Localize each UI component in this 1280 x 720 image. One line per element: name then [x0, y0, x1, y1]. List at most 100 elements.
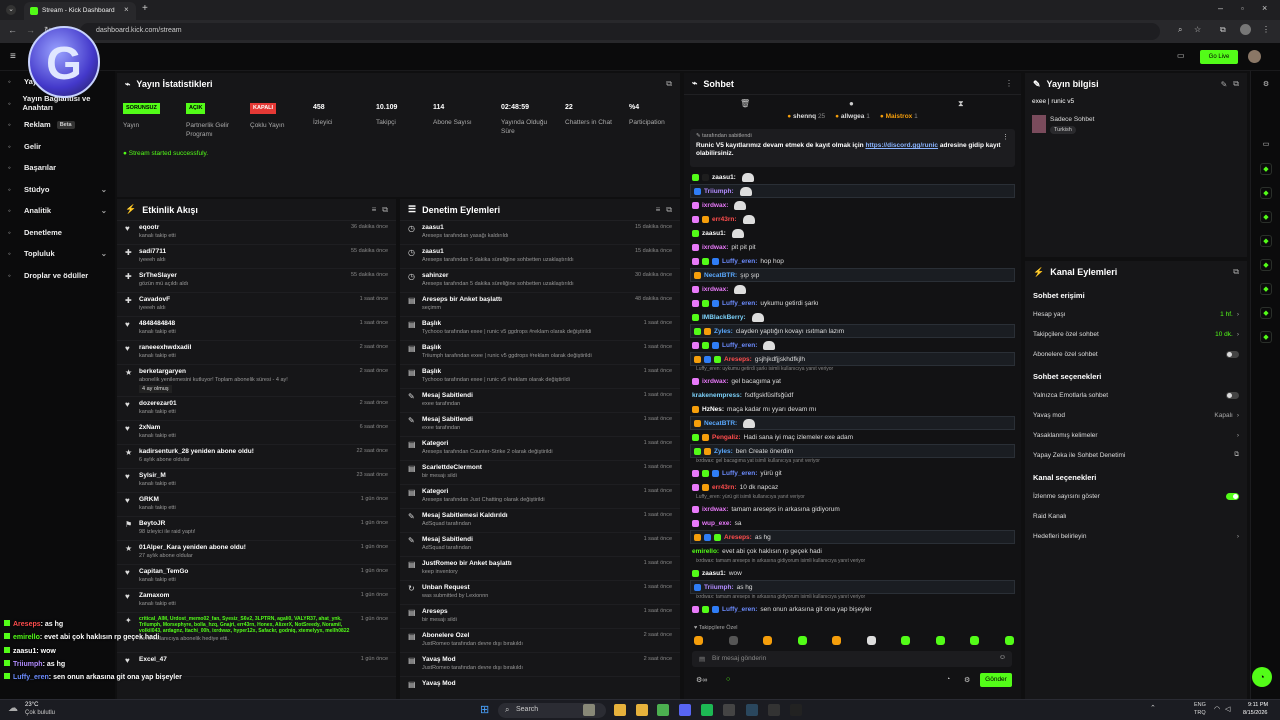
moderation-row[interactable]: ▤ Başlık Tychooo tarafından exee | runic v… [400, 317, 680, 341]
chat-username[interactable]: NecatBTR: [704, 420, 737, 427]
channel-setting[interactable]: Hedefleri belirleyin › [1025, 526, 1247, 546]
top-gifter[interactable]: ● shennq 25 [787, 113, 825, 125]
chat-username[interactable]: Pengaliz: [712, 434, 741, 441]
category-name[interactable]: Sadece Sohbet [1050, 116, 1094, 123]
chat-message[interactable]: Zyles: clayden yaptığın kovayı ısıtman la… [690, 324, 1015, 338]
zoom-icon[interactable]: ⌕ [1178, 25, 1182, 35]
emote-icon[interactable] [1004, 636, 1014, 645]
activity-row[interactable]: ♥ raneeexhwdxadil kanalı takip etti 2 saat … [117, 341, 396, 365]
layout-icon[interactable]: ▭ [1260, 139, 1272, 151]
url-field[interactable]: dashboard.kick.com/stream [80, 23, 1160, 40]
moderation-row[interactable]: ▤ ScarlettdeClermont bir mesajı sildi 1 saa… [400, 461, 680, 485]
moderation-row[interactable]: ▤ Areseps bir Anket başlattı seçimm 48 daki… [400, 293, 680, 317]
moderation-row[interactable]: ✎ Mesaj Sabitlendi exee tarafından 1 saat ö… [400, 413, 680, 437]
channel-setting[interactable]: Yavaş mod Kapalı › [1025, 405, 1247, 425]
chat-message[interactable]: krakenempress: fsdfgskfüslfsğüdf [684, 388, 1021, 402]
settings-link-icon[interactable]: ⚙∞ [696, 676, 707, 684]
windows-start-icon[interactable]: ⊞ [480, 703, 489, 716]
wifi-icon[interactable]: ◠ [1214, 705, 1220, 713]
moderation-row[interactable]: ▤ Areseps bir mesajı sildi 1 saat önce [400, 605, 680, 629]
chat-message[interactable]: zaasu1: [684, 226, 1021, 240]
chat-username[interactable]: ixrdwax: [702, 202, 728, 209]
game-icon[interactable] [583, 704, 595, 716]
popout-icon[interactable]: ⧉ [666, 79, 672, 89]
activity-row[interactable]: ★ kadirsenturk_28 yeniden abone oldu! 6 ay… [117, 445, 396, 469]
chat-username[interactable]: zaasu1: [702, 570, 726, 577]
link-icon[interactable]: ◆ [1260, 307, 1272, 319]
emote-icon[interactable] [763, 636, 773, 645]
sidebar-item-8[interactable]: ◦ Topluluk ⌄ [0, 243, 115, 265]
activity-row[interactable]: ✚ sadi7711 iyeeeh aldı 55 dakika önce [117, 245, 396, 269]
emote-icon[interactable] [728, 636, 738, 645]
chat-message[interactable]: ixrdwax: gel bacagıma yat [684, 374, 1021, 388]
moderation-row[interactable]: ◷ sahinzer Areseps tarafından 5 dakika sür… [400, 269, 680, 293]
activity-row[interactable]: ♥ 4848484848 kanalı takip etti 1 saat önce [117, 317, 396, 341]
new-tab-button[interactable]: + [142, 3, 148, 14]
chat-username[interactable]: ixrdwax: [702, 286, 728, 293]
chat-username[interactable]: ixrdwax: [702, 378, 728, 385]
channel-setting[interactable]: İzlenme sayısını göster [1025, 486, 1247, 506]
activity-row[interactable]: ♥ Zamaxom kanalı takip etti 1 gün önce [117, 589, 396, 613]
chat-username[interactable]: krakenempress: [692, 392, 742, 399]
moderation-row[interactable]: ▤ Yavaş Mod JustRomeo tarafından devre dış… [400, 653, 680, 677]
maximize-icon[interactable]: ▫ [1241, 4, 1244, 13]
chat-username[interactable]: wup_exe: [702, 520, 732, 527]
activity-row[interactable]: ⚑ BeytoJR 98 izleyici ile raid yaptı! 1 gün… [117, 517, 396, 541]
chat-menu-icon[interactable]: ⋮ [1005, 79, 1013, 88]
code-icon[interactable]: ◆ [1260, 235, 1272, 247]
sidebar-item-7[interactable]: ◦ Denetleme [0, 222, 115, 244]
diamond-icon[interactable]: ◆ [1260, 331, 1272, 343]
popout-icon[interactable]: ⧉ [382, 205, 388, 215]
chat-username[interactable]: Luffy_eren: [722, 258, 757, 265]
activity-row[interactable]: ✚ CavadovF iyeeeh aldı 1 saat önce [117, 293, 396, 317]
popout-icon[interactable]: ⧉ [1233, 267, 1239, 277]
chat-message[interactable]: Triiumph: [690, 184, 1015, 198]
tab-stream[interactable]: Stream - Kick Dashboard × [24, 2, 136, 20]
emote-icon[interactable] [866, 636, 876, 645]
trash-icon[interactable]: 🗑 [740, 99, 750, 108]
top-gifter[interactable]: ● allwgea 1 [835, 113, 870, 125]
moderation-row[interactable]: ✎ Mesaj Sabitlendi AdSquad tarafından 1 saa… [400, 533, 680, 557]
edit-icon[interactable]: ✎ [1221, 80, 1228, 89]
chat-message[interactable]: HzNes: maça kadar mı yyarı devam mı [684, 402, 1021, 416]
activity-row[interactable]: ♥ Sylsir_M kanalı takip etti 23 saat önce [117, 469, 396, 493]
activity-row[interactable]: ★ berketargaryen abonelik yenilemesini kut… [117, 365, 396, 397]
moderation-row[interactable]: ✎ Mesaj Sabitlemesi Kaldırıldı AdSquad tar… [400, 509, 680, 533]
moderation-row[interactable]: ▤ Kategori Areseps tarafından Just Chattin… [400, 485, 680, 509]
menu-dots-icon[interactable]: ⋮ [1262, 25, 1270, 34]
timer-icon[interactable]: ○ [726, 676, 730, 683]
sidebar-item-6[interactable]: ◦ Analitik ⌄ [0, 200, 115, 222]
popout-icon[interactable]: ⧉ [666, 205, 672, 215]
channel-setting[interactable]: Yasaklanmış kelimeler › [1025, 425, 1247, 445]
toggle-switch[interactable] [1226, 391, 1239, 399]
activity-row[interactable]: ♥ dozerezar01 kanalı takip etti 2 saat önce [117, 397, 396, 421]
back-icon[interactable]: ← [8, 25, 17, 35]
bookmark-star-icon[interactable]: ☆ [1194, 25, 1201, 34]
forward-icon[interactable]: → [26, 25, 35, 35]
chat-username[interactable]: Luffy_eren: [722, 300, 757, 307]
activity-row[interactable]: ♥ 2xNam kanalı takip etti 6 saat önce [117, 421, 396, 445]
channel-setting[interactable]: Yapay Zeka ile Sohbet Denetimi ⧉ [1025, 445, 1247, 465]
chat-message[interactable]: err43rn: [684, 212, 1021, 226]
chat-settings-icon[interactable]: ⚙ [964, 676, 970, 684]
pin-menu-icon[interactable]: ⋮ [1002, 133, 1009, 141]
chat-username[interactable]: err43rn: [712, 484, 737, 491]
chat-icon[interactable]: ◆ [1260, 211, 1272, 223]
hamburger-menu-icon[interactable]: ≡ [10, 51, 16, 62]
moderation-row[interactable]: ▤ JustRomeo bir Anket başlattı keep invent… [400, 557, 680, 581]
chat-bubble-float-icon[interactable]: ◔ [1252, 667, 1272, 687]
activity-row[interactable]: ★ 01Alper_Kara yeniden abone oldu! 27 aylı… [117, 541, 396, 565]
chat-username[interactable]: zaasu1: [702, 230, 726, 237]
chat-username[interactable]: zaasu1: [712, 174, 736, 181]
bubble-icon[interactable]: ● [849, 99, 854, 108]
pinned-link[interactable]: https://discord.gg/runic [865, 142, 938, 149]
emote-icon[interactable] [935, 636, 945, 645]
channel-setting[interactable]: Takipçilere özel sohbet 10 dk. › [1025, 324, 1247, 344]
storage-icon[interactable]: ◆ [1260, 259, 1272, 271]
chat-username[interactable]: Luffy_eren: [722, 342, 757, 349]
channel-setting[interactable]: Yalnızca Emotlarla sohbet [1025, 385, 1247, 405]
chat-message[interactable]: zaasu1: wow [684, 566, 1021, 580]
activity-row[interactable]: ♥ Capitan_TemGo kanalı takip etti 1 gün önc… [117, 565, 396, 589]
sidebar-item-3[interactable]: ◦ Gelir [0, 136, 115, 158]
pencil-icon[interactable]: ◆ [1260, 283, 1272, 295]
